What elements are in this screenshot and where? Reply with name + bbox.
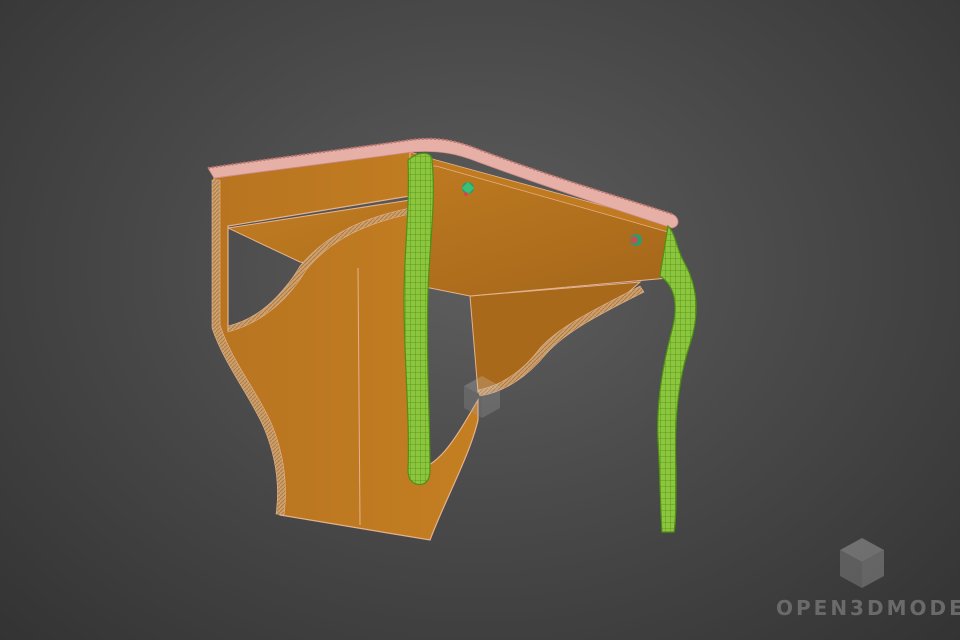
- cube-logo-icon: [840, 538, 884, 588]
- desk-model: [207, 137, 884, 588]
- back-leg: [657, 224, 697, 533]
- 3d-viewport[interactable]: OPEN3DMODEL: [0, 0, 960, 640]
- knob-right: [630, 234, 642, 246]
- watermark-text: OPEN3DMODEL: [776, 596, 960, 620]
- front-leg: [403, 152, 434, 486]
